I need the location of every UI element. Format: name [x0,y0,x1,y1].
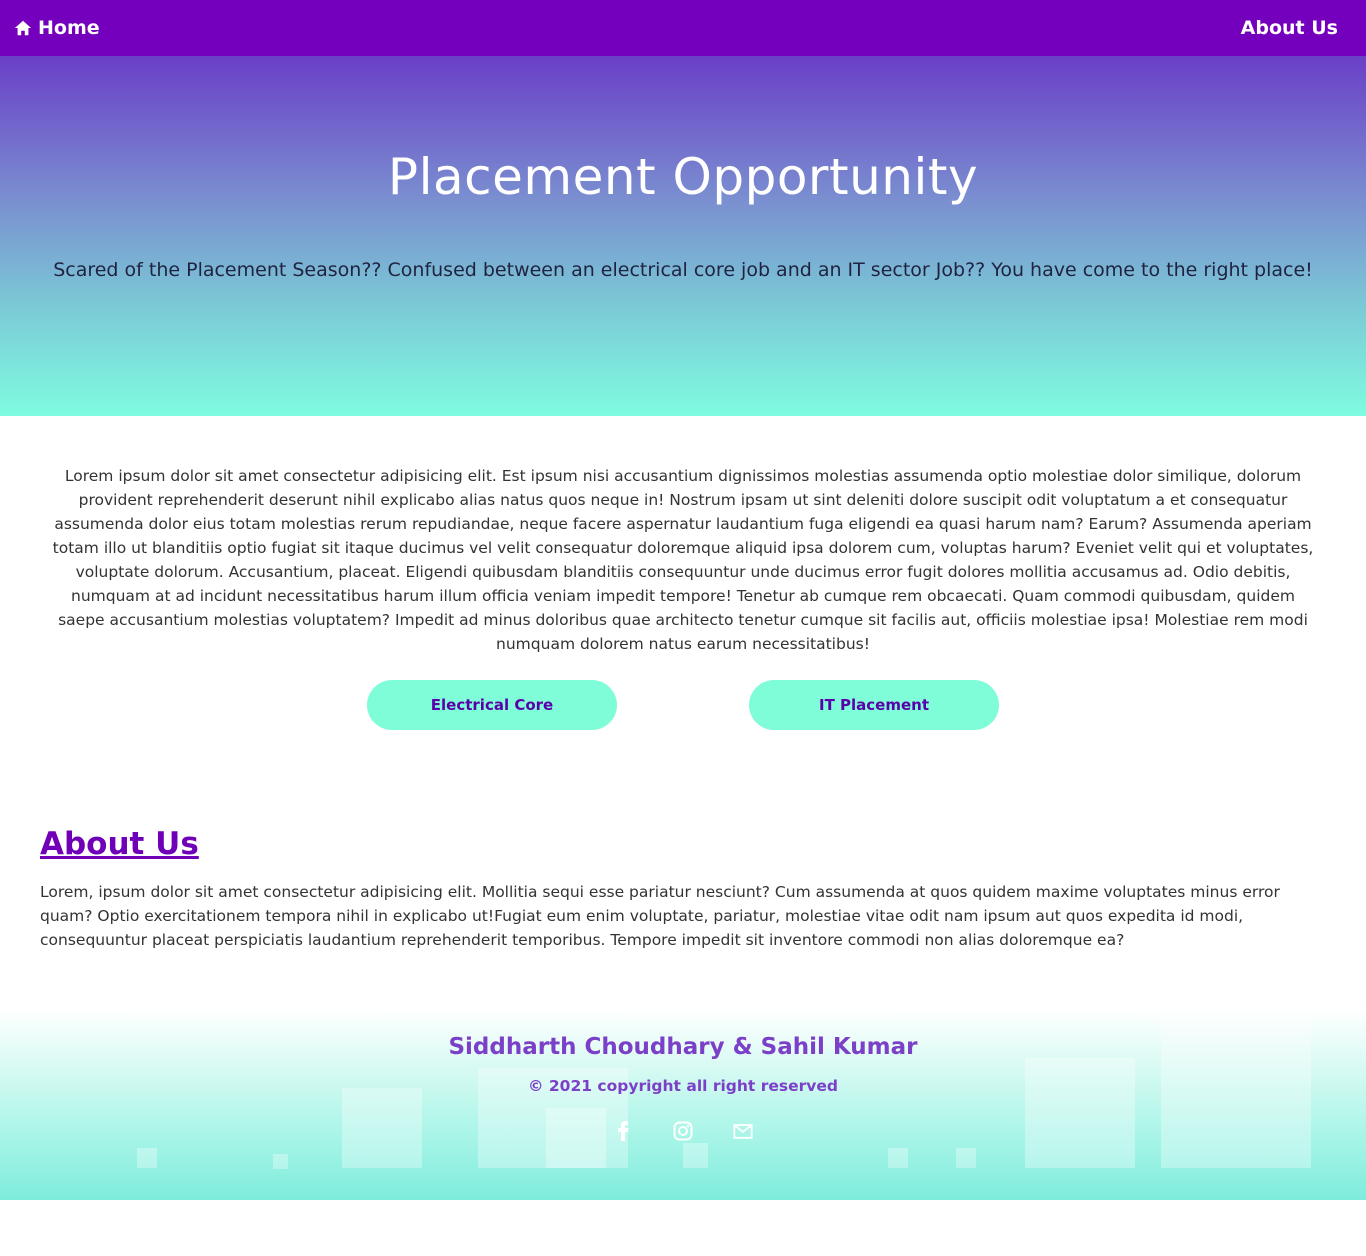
about-us-paragraph: Lorem, ipsum dolor sit amet consectetur … [40,883,1280,949]
footer-decoration [137,1148,157,1168]
footer: Siddharth Choudhary & Sahil Kumar © 2021… [0,1010,1366,1200]
about-us-heading[interactable]: About Us [40,826,199,862]
facebook-link[interactable] [613,1120,633,1142]
footer-author-names: Siddharth Choudhary & Sahil Kumar [448,1034,918,1060]
footer-decoration [888,1148,908,1168]
about-us-link-label: About Us [1240,17,1338,39]
home-link[interactable]: Home [14,17,100,39]
hero-title: Placement Opportunity [387,148,979,206]
mail-icon [733,1124,753,1139]
mail-link[interactable] [733,1120,753,1142]
intro-paragraph: Lorem ipsum dolor sit amet consectetur a… [52,467,1314,653]
footer-decoration [956,1148,976,1168]
instagram-icon [673,1121,693,1141]
footer-copyright: © 2021 copyright all right reserved [528,1077,838,1095]
home-icon [14,20,32,36]
facebook-icon [618,1121,629,1141]
instagram-link[interactable] [673,1120,693,1142]
footer-decoration [683,1143,708,1168]
social-links [0,1120,1366,1142]
footer-decoration [273,1154,288,1169]
about-us-link[interactable]: About Us [1241,17,1338,39]
home-link-label: Home [38,17,100,39]
it-placement-button[interactable]: IT Placement [749,680,999,730]
electrical-core-button[interactable]: Electrical Core [367,680,617,730]
hero-subtitle: Scared of the Placement Season?? Confuse… [53,259,1313,281]
footer-decoration [1025,1058,1135,1168]
hero-section: Placement Opportunity Scared of the Plac… [0,56,1366,416]
navbar: Home About Us [0,0,1366,56]
